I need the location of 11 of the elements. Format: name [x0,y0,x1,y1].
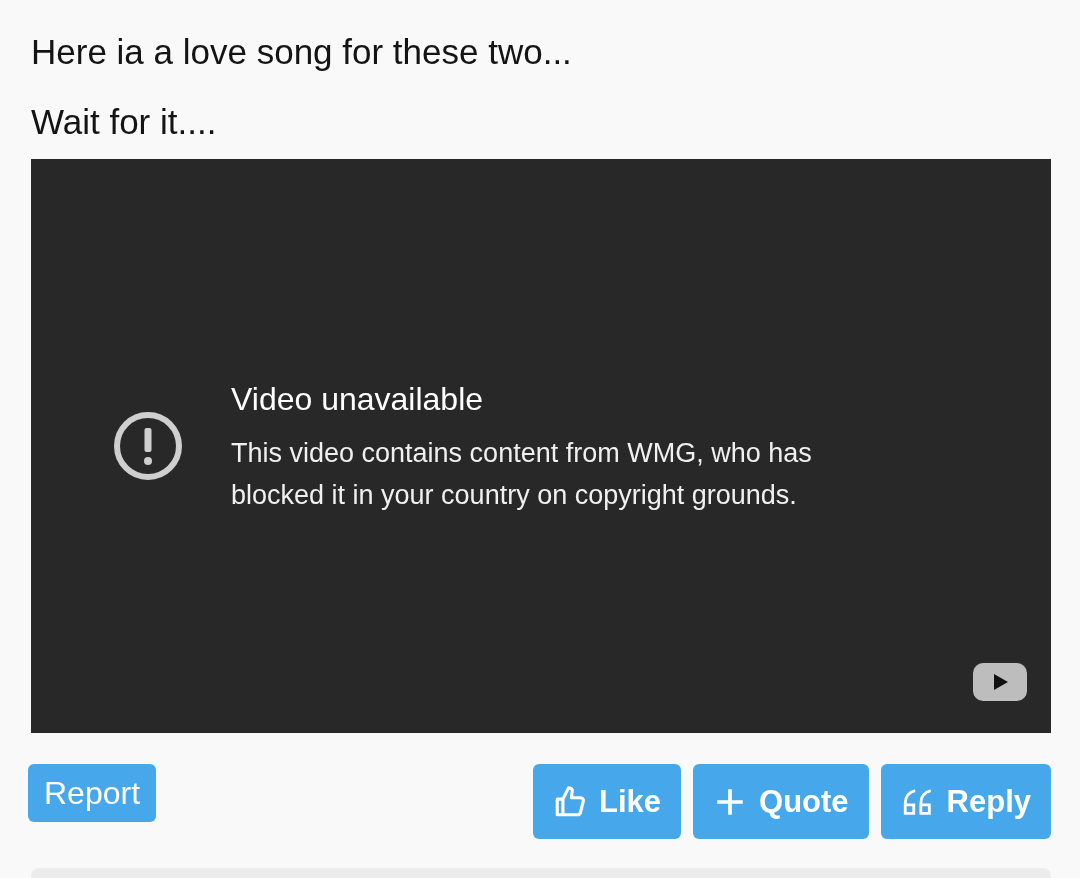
video-message: This video contains content from WMG, who has blocked it in your country on copyright grounds. [231,436,813,512]
thumbs-up-icon [553,784,587,819]
post-text: Wait for it.... [31,101,218,143]
video-title: Video unavailable [231,380,485,418]
like-button[interactable]: Like [533,764,681,839]
reply-button[interactable]: Reply [880,764,1051,839]
post-text: Here ia a love song for these two... [31,31,573,73]
play-logo-icon[interactable] [973,663,1027,701]
quote-button[interactable]: Quote [693,764,869,839]
warning-icon [113,411,183,481]
report-button[interactable]: Report [28,764,157,822]
